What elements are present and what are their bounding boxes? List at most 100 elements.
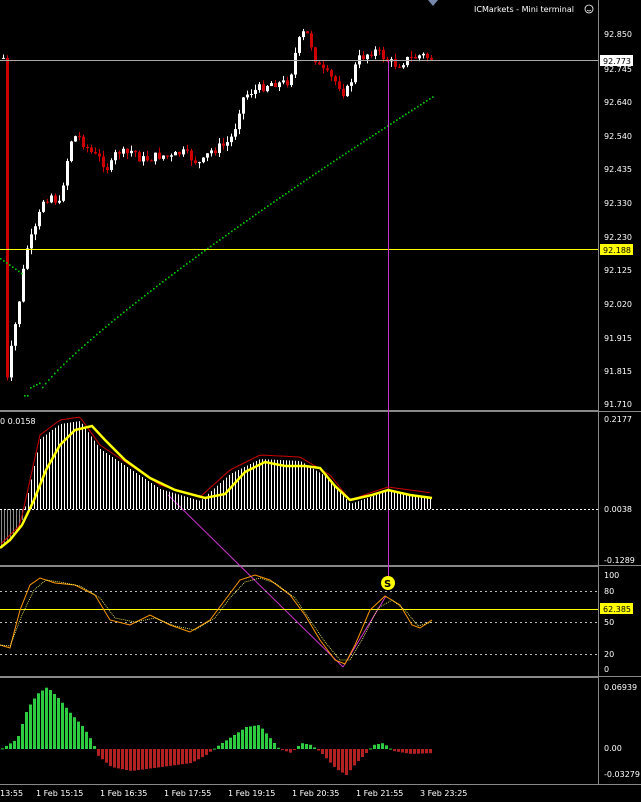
hist-bar bbox=[385, 745, 388, 749]
candle-body bbox=[82, 136, 85, 148]
signal-badge[interactable]: S bbox=[381, 576, 395, 590]
current-price-value: 92.773 bbox=[603, 57, 631, 66]
candle-body bbox=[230, 136, 233, 143]
ma-dot bbox=[168, 276, 170, 279]
ma-dot bbox=[159, 283, 161, 285]
ma-dot bbox=[120, 313, 122, 316]
hist-bar bbox=[97, 749, 100, 756]
candle-body bbox=[114, 152, 117, 161]
hist-bar bbox=[401, 749, 404, 753]
ma-dot bbox=[333, 160, 335, 163]
ma-dot bbox=[375, 132, 377, 135]
ma-dot bbox=[264, 207, 266, 210]
hist-bar bbox=[209, 749, 212, 752]
macd-bar bbox=[133, 471, 134, 509]
hist-bar bbox=[77, 721, 80, 749]
hist-bar bbox=[25, 712, 28, 749]
candle-body bbox=[42, 201, 45, 212]
hist-bar bbox=[361, 749, 364, 757]
hist-bar bbox=[29, 704, 32, 749]
ma-dot bbox=[417, 105, 419, 108]
ma-dot bbox=[381, 129, 383, 131]
ma-dot bbox=[246, 220, 248, 222]
hist-bar bbox=[5, 745, 8, 749]
ma-dot bbox=[195, 256, 197, 259]
ma-dot bbox=[9, 264, 11, 266]
macd-bar bbox=[301, 461, 302, 509]
hist-bar bbox=[13, 740, 16, 749]
candle-body bbox=[226, 142, 229, 146]
ma-dot bbox=[3, 260, 5, 262]
hist-bar bbox=[381, 743, 384, 749]
stoch-tick: 50 bbox=[604, 618, 614, 627]
macd-bar bbox=[280, 460, 281, 509]
ma-dot bbox=[54, 372, 56, 375]
hist-bar bbox=[65, 707, 68, 749]
ma-dot bbox=[237, 226, 239, 228]
hist-bar bbox=[41, 690, 44, 749]
candle-body bbox=[66, 161, 69, 186]
macd-tick: 0.0038 bbox=[604, 505, 632, 514]
trend-line-down[interactable] bbox=[167, 494, 344, 668]
macd-bar bbox=[337, 487, 338, 509]
macd-bar bbox=[121, 463, 122, 509]
macd-bar bbox=[202, 499, 203, 509]
candle-body bbox=[310, 33, 313, 48]
candle-body bbox=[402, 65, 405, 68]
hist-bar bbox=[233, 735, 236, 749]
ma-dot bbox=[33, 385, 35, 388]
hist-bar bbox=[37, 693, 40, 749]
trading-chart[interactable]: ICMarkets - Mini terminal 92.850 92.745 … bbox=[0, 0, 641, 802]
candle-body bbox=[166, 155, 169, 157]
ma-dot bbox=[117, 316, 119, 318]
panel-frame bbox=[0, 0, 641, 785]
macd-tick: 0.2177 bbox=[604, 415, 632, 424]
ma-dot bbox=[240, 224, 242, 226]
ma-dot bbox=[204, 249, 206, 252]
candle-body bbox=[422, 53, 425, 56]
ma-dot bbox=[429, 98, 431, 100]
ma-dot bbox=[393, 121, 395, 123]
candle-body bbox=[190, 150, 193, 161]
ma-dot bbox=[285, 193, 287, 195]
macd-bar bbox=[112, 457, 113, 509]
ma-dot bbox=[432, 96, 434, 98]
hist-bar bbox=[321, 749, 324, 755]
candle-body bbox=[358, 55, 361, 65]
hist-bar bbox=[45, 687, 48, 749]
ma-dot bbox=[75, 352, 77, 354]
ma-dot bbox=[402, 115, 404, 118]
hist-bar bbox=[225, 740, 228, 749]
hist-bar bbox=[417, 749, 420, 754]
hist-bar bbox=[33, 698, 36, 749]
ma-dot bbox=[321, 168, 323, 171]
candle-body bbox=[194, 160, 197, 163]
hist-bar bbox=[145, 749, 148, 769]
ma-dot bbox=[183, 265, 185, 267]
macd-bar bbox=[391, 491, 392, 509]
ma-dot bbox=[132, 304, 134, 306]
hist-bar bbox=[373, 744, 376, 749]
ma-dot bbox=[39, 382, 41, 385]
hist-bar bbox=[329, 749, 332, 763]
candle-body bbox=[2, 57, 5, 59]
scroll-marker-icon[interactable] bbox=[428, 0, 438, 6]
ma-dot bbox=[423, 102, 425, 104]
hist-bar bbox=[353, 749, 356, 766]
ma-dot bbox=[93, 336, 95, 338]
ma-dot bbox=[45, 382, 47, 385]
candle-body bbox=[102, 156, 105, 168]
candle-body bbox=[34, 226, 37, 235]
hist-bar bbox=[369, 748, 372, 750]
ma-dot bbox=[156, 285, 158, 288]
candle-body bbox=[318, 62, 321, 65]
ma-dot bbox=[243, 222, 245, 224]
macd-bar bbox=[154, 485, 155, 509]
candle-body bbox=[250, 94, 253, 96]
ma-dot bbox=[81, 346, 83, 349]
ma-dot bbox=[12, 266, 14, 268]
candle-body bbox=[338, 81, 341, 89]
candle-body bbox=[118, 152, 121, 154]
candle-body bbox=[242, 97, 245, 114]
macd-bar bbox=[271, 459, 272, 509]
